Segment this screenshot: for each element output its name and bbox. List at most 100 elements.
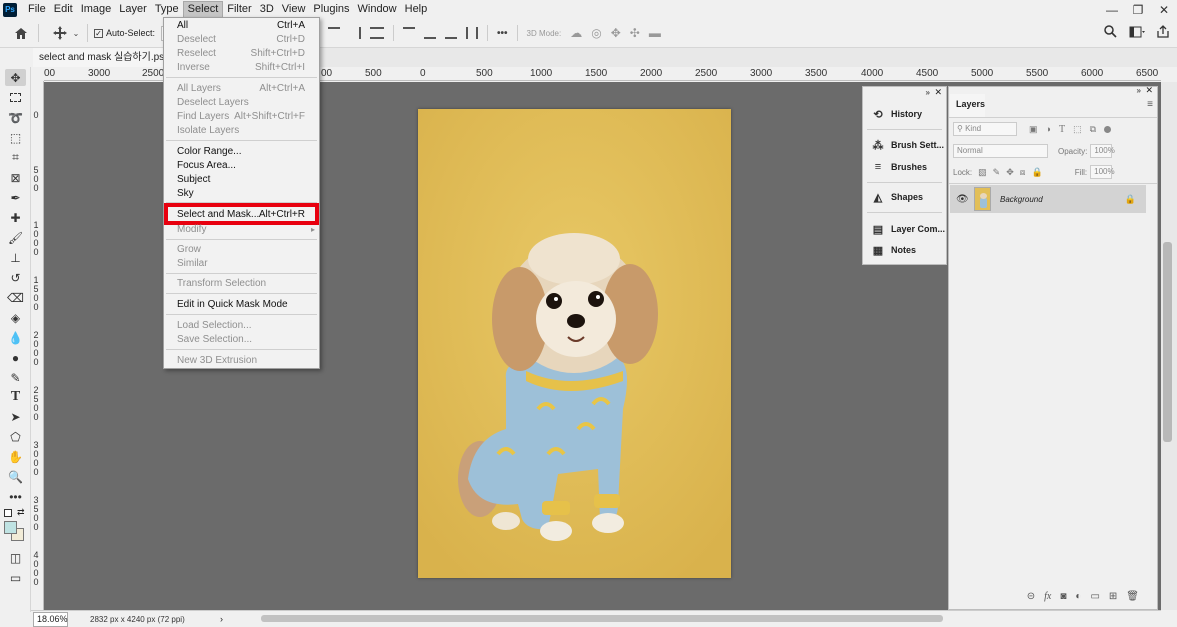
vertical-scrollbar[interactable] [1161, 82, 1177, 610]
filter-smart-object-icon[interactable]: ⧉ [1090, 124, 1096, 135]
panel-history[interactable]: ⟲ History [863, 104, 946, 124]
lock-image-icon[interactable]: ✎ [993, 167, 1001, 178]
quick-mask-icon[interactable]: ◫ [5, 549, 26, 566]
home-icon[interactable] [12, 27, 30, 40]
3d-scale-icon[interactable]: ▬ [649, 26, 661, 40]
menu-item-grow[interactable]: Grow [164, 243, 319, 256]
menu-item-sky[interactable]: Sky [164, 187, 319, 200]
status-chevron-icon[interactable]: › [220, 614, 223, 624]
menu-item-transform-selection[interactable]: Transform Selection [164, 277, 319, 290]
menu-item-similar[interactable]: Similar [164, 257, 319, 270]
distribute-vertical-icon[interactable] [466, 27, 479, 39]
lasso-tool-icon[interactable]: ➰ [5, 109, 26, 126]
menu-view[interactable]: View [278, 1, 310, 18]
panel-menu-icon[interactable]: ≡ [1147, 99, 1153, 110]
document-info[interactable]: 2832 px x 4240 px (72 ppi) [90, 615, 210, 624]
align-top-edges-icon[interactable] [403, 27, 416, 39]
foreground-color-swatch[interactable] [4, 521, 17, 534]
dock-collapse-icon[interactable]: » [926, 88, 930, 97]
filter-type-icon[interactable]: T [1059, 124, 1065, 135]
eyedropper-tool-icon[interactable]: ✒ [5, 189, 26, 206]
share-icon[interactable] [1157, 25, 1169, 41]
menu-item-subject[interactable]: Subject [164, 173, 319, 186]
shape-tool-icon[interactable]: ⬠ [5, 428, 26, 445]
3d-pan-icon[interactable]: ✥ [611, 26, 621, 40]
clone-stamp-tool-icon[interactable]: ⊥ [5, 249, 26, 266]
layer-name[interactable]: Background [1000, 195, 1043, 204]
menu-item-deselect[interactable]: Deselect Ctrl+D [164, 33, 319, 46]
add-mask-icon[interactable]: ◙ [1060, 591, 1066, 602]
menu-select[interactable]: Select [182, 1, 224, 18]
auto-select-checkbox[interactable]: ✓ [94, 28, 103, 38]
menu-item-deselect-layers[interactable]: Deselect Layers [164, 96, 319, 109]
layer-filter-kind[interactable]: ⚲ Kind [953, 122, 1017, 136]
menu-item-all[interactable]: All Ctrl+A [164, 19, 319, 32]
marquee-tool-icon[interactable] [5, 89, 26, 106]
filter-toggle-icon[interactable] [1104, 125, 1112, 133]
eraser-tool-icon[interactable]: ⌫ [5, 289, 26, 306]
more-options-icon[interactable]: ••• [497, 28, 508, 39]
horizontal-scrollbar-thumb[interactable] [261, 615, 943, 622]
brush-tool-icon[interactable]: 🖌 [5, 229, 26, 246]
new-group-icon[interactable]: ▭ [1090, 591, 1099, 602]
menu-item-all-layers[interactable]: All Layers Alt+Ctrl+A [164, 82, 319, 95]
new-layer-icon[interactable]: ⊞ [1109, 591, 1117, 602]
menu-item-inverse[interactable]: Inverse Shift+Ctrl+I [164, 61, 319, 74]
filter-adjustment-icon[interactable]: ◑ [1046, 124, 1051, 134]
move-tool-icon[interactable]: ✥ [5, 69, 26, 86]
align-bottom-edges-icon[interactable] [445, 27, 458, 39]
lock-position-icon[interactable]: ✥ [1006, 167, 1014, 178]
new-adjustment-layer-icon[interactable]: ◐ [1075, 591, 1081, 602]
menu-item-color-range[interactable]: Color Range... [164, 145, 319, 158]
visibility-eye-icon[interactable]: 👁 [956, 194, 969, 205]
opacity-field[interactable]: 100% [1090, 144, 1115, 158]
filter-pixel-icon[interactable]: ▣ [1029, 124, 1038, 135]
tab-layers[interactable]: Layers [950, 94, 985, 117]
menu-image[interactable]: Image [77, 1, 116, 18]
panel-shapes[interactable]: ◭ Shapes [863, 187, 946, 207]
menu-item-isolate-layers[interactable]: Isolate Layers [164, 124, 319, 137]
distribute-icon[interactable] [370, 27, 385, 39]
menu-help[interactable]: Help [401, 1, 432, 18]
minimize-button[interactable]: — [1099, 0, 1125, 19]
menu-item-new-3d-extrusion[interactable]: New 3D Extrusion [164, 354, 319, 367]
lock-all-icon[interactable]: 🔒 [1031, 167, 1042, 178]
dodge-tool-icon[interactable]: ● [5, 349, 26, 366]
fill-field[interactable]: 100% [1090, 165, 1115, 179]
menu-edit[interactable]: Edit [50, 1, 77, 18]
blur-tool-icon[interactable]: 💧 [5, 329, 26, 346]
blend-mode-dropdown[interactable]: Normal [953, 144, 1048, 158]
align-vertical-centers-icon[interactable] [328, 27, 341, 39]
menu-file[interactable]: File [24, 1, 50, 18]
delete-layer-icon[interactable]: 🗑 [1126, 591, 1139, 602]
chevron-down-icon[interactable]: ⌄ [71, 29, 81, 38]
menu-item-find-layers[interactable]: Find Layers Alt+Shift+Ctrl+F [164, 110, 319, 123]
3d-slide-icon[interactable]: ✣ [630, 26, 640, 40]
screen-mode-icon[interactable]: ▭ [5, 569, 26, 586]
history-brush-tool-icon[interactable]: ↺ [5, 269, 26, 286]
3d-roll-icon[interactable]: ◎ [591, 26, 601, 40]
align-right-edges-icon[interactable] [349, 27, 362, 39]
link-layers-icon[interactable]: ⊝ [1027, 591, 1035, 602]
panel-layer-comps[interactable]: ▤ Layer Com... [863, 219, 946, 239]
zoom-level-field[interactable]: 18.06% [33, 611, 68, 627]
move-tool-preset-icon[interactable] [49, 26, 71, 40]
panel-brush-settings[interactable]: ⁂ Brush Sett... [863, 135, 946, 155]
restore-button[interactable]: ❐ [1125, 0, 1151, 19]
menu-layer[interactable]: Layer [115, 1, 151, 18]
type-tool-icon[interactable]: T [5, 388, 26, 405]
menu-item-edit-in-quick-mask-mode[interactable]: Edit in Quick Mask Mode [164, 298, 319, 311]
menu-window[interactable]: Window [354, 1, 401, 18]
document-tab[interactable]: select and mask 실습하기.psd @ [33, 48, 163, 67]
menu-filter[interactable]: Filter [223, 1, 255, 18]
menu-plugins[interactable]: Plugins [309, 1, 353, 18]
lock-transparent-icon[interactable]: ▧ [978, 167, 987, 178]
path-selection-tool-icon[interactable]: ➤ [5, 408, 26, 425]
workspace-icon[interactable] [1129, 26, 1145, 41]
menu-item-load-selection[interactable]: Load Selection... [164, 319, 319, 332]
align-middle-icon[interactable] [424, 27, 437, 39]
panel-notes[interactable]: ▦ Notes [863, 240, 946, 260]
3d-orbit-icon[interactable]: ☁ [570, 26, 582, 40]
hand-tool-icon[interactable]: ✋ [5, 448, 26, 465]
menu-item-save-selection[interactable]: Save Selection... [164, 333, 319, 346]
